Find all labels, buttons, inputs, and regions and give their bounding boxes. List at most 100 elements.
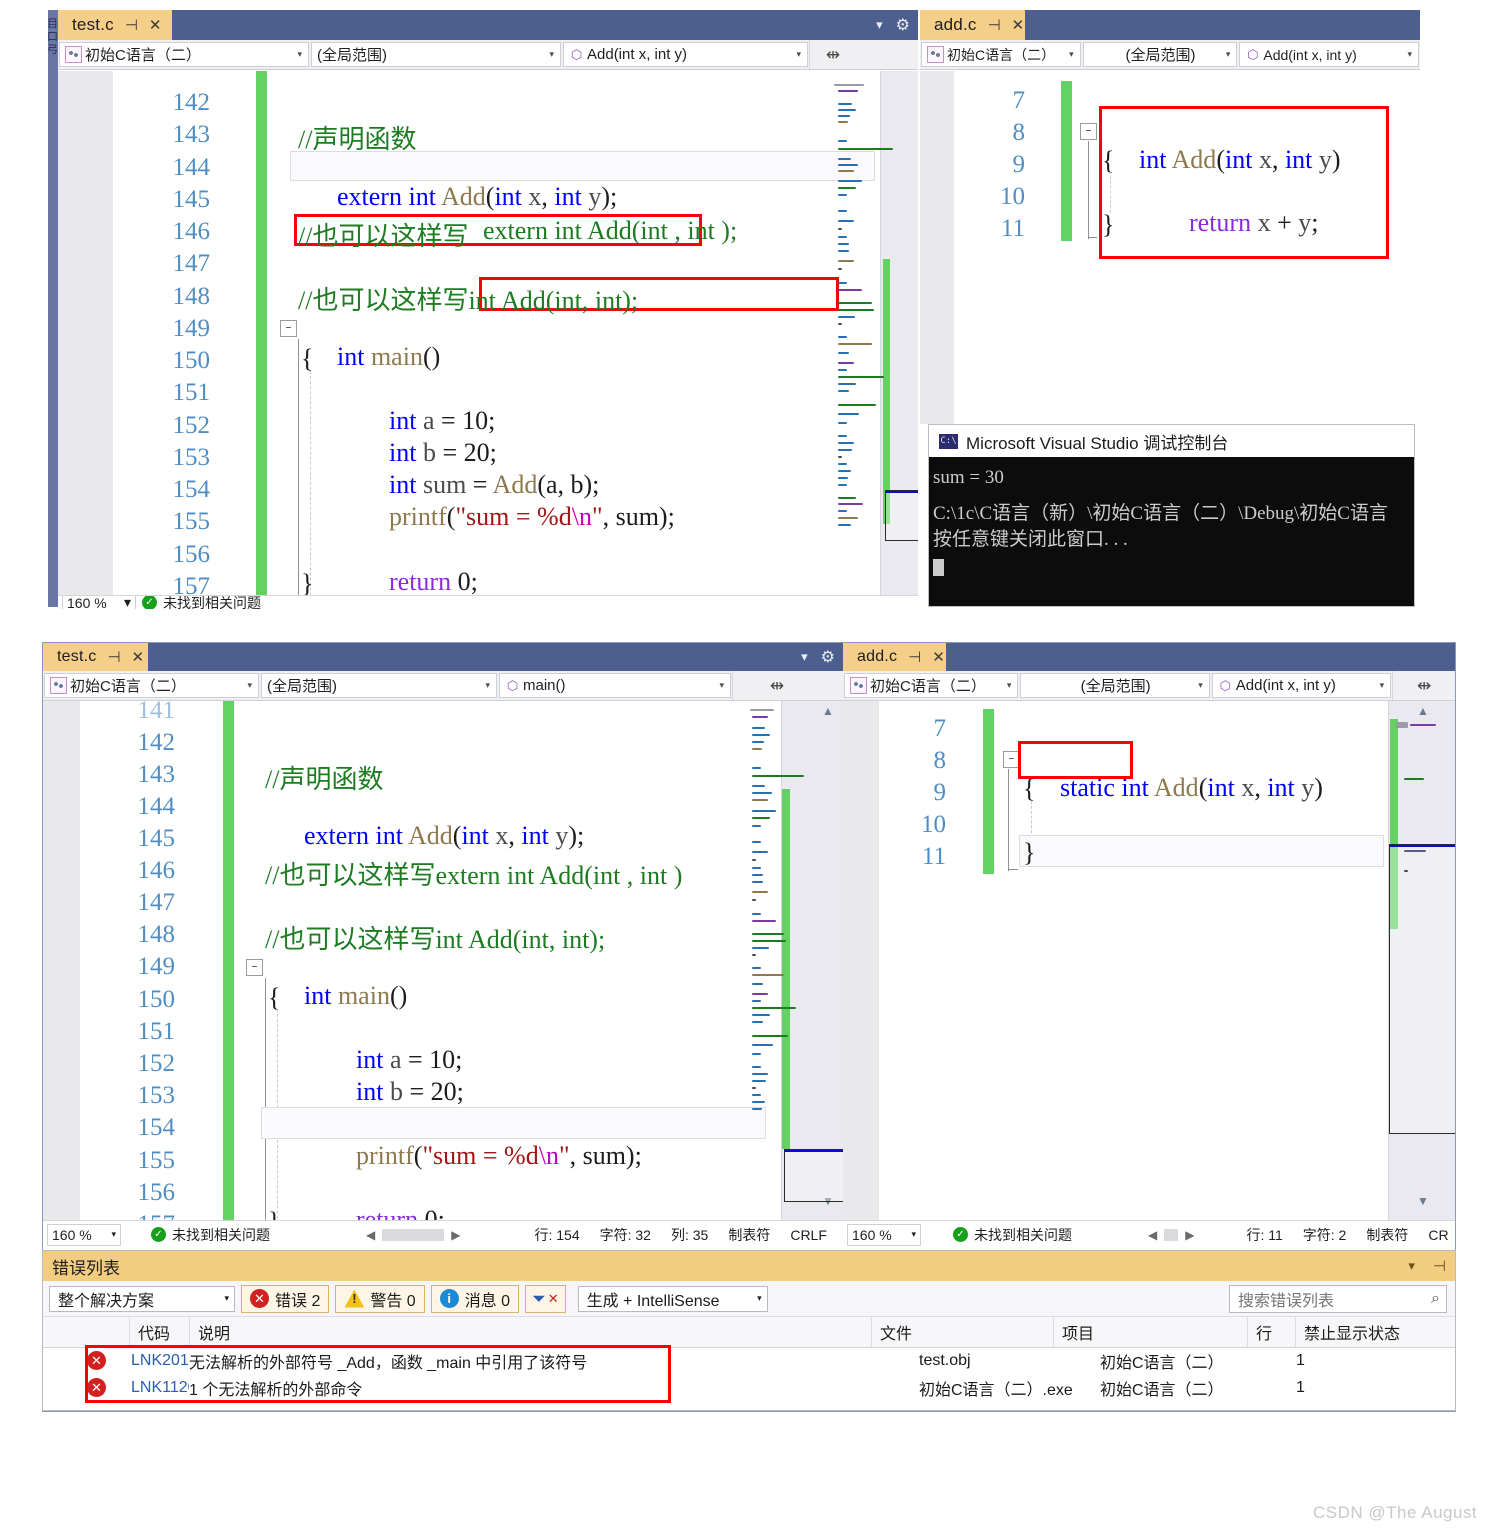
chevron-down-icon[interactable]: ▾ [1408,1258,1415,1274]
table-row[interactable]: ✕ LNK2019 无法解析的外部符号 _Add，函数 _main 中引用了该符… [43,1347,1455,1374]
project-dropdown[interactable]: 初始C语言（二） ▾ [921,42,1081,67]
pin-icon[interactable]: ⊣ [1433,1257,1446,1275]
horizontal-scroll[interactable]: ◀ ▶ [1148,1228,1194,1242]
zoom-level-selector[interactable]: 160 % ▾ [847,1223,921,1246]
errors-toggle-button[interactable]: ✕ 错误 2 [241,1284,330,1313]
window-edge-text: 目口弓 [47,18,58,56]
chevron-down-icon: ▾ [247,680,252,690]
member-dropdown[interactable]: ⬡ main() ▾ [499,673,731,698]
member-dropdown[interactable]: ⬡ Add(int x, int y) ▾ [1239,42,1419,67]
split-view-button[interactable]: ⇹ [1392,671,1455,700]
pin-icon[interactable]: ⊣ [908,650,921,665]
fold-toggle-149[interactable]: – [280,320,297,337]
tab-add-c-bottom[interactable]: add.c ⊣ ✕ [843,643,946,671]
line-number: 143 [172,121,211,148]
scope-dropdown[interactable]: (全局范围) ▾ [311,42,561,67]
top-left-code-area[interactable]: 142 143 144 145 146 147 148 149 150 151 … [58,71,918,607]
fold-toggle-8[interactable]: – [1080,123,1097,140]
column-header-code[interactable]: 代码 [129,1317,189,1347]
scroll-thumb[interactable] [382,1228,445,1241]
cell-suppression [1341,1374,1451,1401]
chevron-down-icon[interactable]: ▾ [801,649,808,665]
code-line-146: //也可以这样写extern int Add(int , int ) [265,861,683,890]
tab-test-c-bottom[interactable]: test.c ⊣ ✕ [43,643,148,671]
error-list-search-input[interactable]: 搜索错误列表 ⌕ [1229,1285,1447,1313]
ok-icon: ✓ [953,1227,968,1242]
gear-icon[interactable]: ⚙ [896,15,910,35]
project-label: 初始C语言（二） [85,47,201,64]
search-icon[interactable]: ⌕ [1431,1290,1440,1308]
debug-console-window[interactable]: C:\ Microsoft Visual Studio 调试控制台 sum = … [928,424,1415,607]
issues-status: 未找到相关问题 [172,1226,270,1243]
horizontal-scroll[interactable]: ◀ ▶ [366,1228,460,1242]
fold-toggle-149[interactable]: – [246,959,263,976]
tabstrip-right-glyphs: ▾ ⚙ [876,10,910,40]
zoom-value: 160 % [52,1226,92,1243]
clear-filter-button[interactable]: ⏷ ✕ [525,1284,566,1313]
table-row[interactable]: ✕ LNK1120 1 个无法解析的外部命令 初始C语言（二）.exe 初始C语… [43,1374,1455,1401]
split-view-button[interactable]: ⇹ [732,671,821,700]
scroll-thumb[interactable] [1164,1228,1179,1241]
messages-toggle-button[interactable]: i 消息 0 [430,1284,520,1313]
pin-icon[interactable]: ⊣ [125,18,138,33]
bottom-right-code-area[interactable]: 7 8 9 10 11 – static int Add(int x, int … [843,701,1455,1248]
project-dropdown[interactable]: 初始C语言（二） ▾ [844,673,1019,698]
bottom-left-minimap-ticks [744,705,824,1115]
gear-icon[interactable]: ⚙ [821,647,835,667]
chevron-down-icon[interactable]: ▾ [876,17,883,33]
split-view-button[interactable]: ⇹ [809,40,856,69]
pin-icon[interactable]: ⊣ [988,18,1001,33]
column-header-description[interactable]: 说明 [189,1317,871,1347]
minimap-viewport[interactable] [784,1149,843,1202]
zoom-level-selector[interactable]: 160 % ▾ [47,1223,121,1246]
scope-dropdown[interactable]: (全局范围) ▾ [1082,42,1238,67]
scope-filter-dropdown[interactable]: 整个解决方案 ▾ [49,1285,235,1312]
member-dropdown[interactable]: ⬡ Add(int x, int y) ▾ [1211,673,1392,698]
fold-toggle-8[interactable]: – [1003,751,1020,768]
project-dropdown[interactable]: 初始C语言（二） ▾ [44,673,259,698]
project-dropdown[interactable]: 初始C语言（二） ▾ [59,42,309,67]
zoom-level-selector[interactable]: 160 % ▾ [62,596,136,609]
column-header-file[interactable]: 文件 [871,1317,1053,1347]
scroll-down-arrow[interactable]: ▼ [1389,1194,1455,1208]
member-dropdown[interactable]: ⬡ Add(int x, int y) ▾ [563,42,808,67]
scroll-right-arrow[interactable]: ▶ [1185,1228,1194,1242]
close-icon[interactable]: ✕ [132,650,145,665]
current-line-highlight [1019,835,1384,867]
column-header-project[interactable]: 项目 [1053,1317,1247,1347]
scroll-right-arrow[interactable]: ▶ [451,1228,460,1242]
build-filter-dropdown[interactable]: 生成 + IntelliSense ▾ [577,1285,768,1312]
scroll-left-arrow[interactable]: ◀ [1148,1228,1157,1242]
bracket-guide [298,339,299,607]
scroll-left-arrow[interactable]: ◀ [366,1228,375,1242]
chevron-down-icon: ▾ [911,1229,916,1239]
top-right-code-area[interactable]: 7 8 9 10 11 – int Add(int x, int y) { re… [920,71,1420,424]
close-icon[interactable]: ✕ [149,18,162,33]
close-icon[interactable]: ✕ [932,650,945,665]
project-label: 初始C语言（二） [947,46,1056,63]
tab-title: test.c [57,648,97,665]
error-icon: ✕ [87,1378,106,1397]
errors-label: 错误 2 [275,1292,321,1310]
scope-dropdown[interactable]: (全局范围) ▾ [261,673,497,698]
cell-suppression [1341,1347,1451,1374]
warnings-toggle-button[interactable]: ! 警告 0 [335,1284,425,1313]
tab-test-c-top[interactable]: test.c ⊣ ✕ [58,10,172,40]
top-left-minimap-ticks [824,70,910,590]
bottom-left-code-area[interactable]: 141 142 143 144 145 146 147 148 149 150 … [43,701,843,1248]
column-header-line[interactable]: 行 [1247,1317,1295,1347]
line-number: 9 [1012,151,1026,178]
tab-add-c-top[interactable]: add.c ⊣ ✕ [920,10,1025,40]
scope-dropdown[interactable]: (全局范围) ▾ [1020,673,1210,698]
close-icon[interactable]: ✕ [1012,18,1025,33]
column-header-icon[interactable] [81,1317,129,1347]
line-number: 154 [137,1114,176,1141]
ok-icon: ✓ [151,1227,166,1242]
line-number: 152 [137,1050,176,1077]
line-number: 142 [137,729,176,756]
messages-label: 消息 0 [464,1292,511,1310]
pin-icon[interactable]: ⊣ [107,650,120,665]
gutter [58,71,113,607]
tab-title: test.c [72,15,114,34]
column-header-suppression[interactable]: 禁止显示状态 [1295,1317,1455,1347]
